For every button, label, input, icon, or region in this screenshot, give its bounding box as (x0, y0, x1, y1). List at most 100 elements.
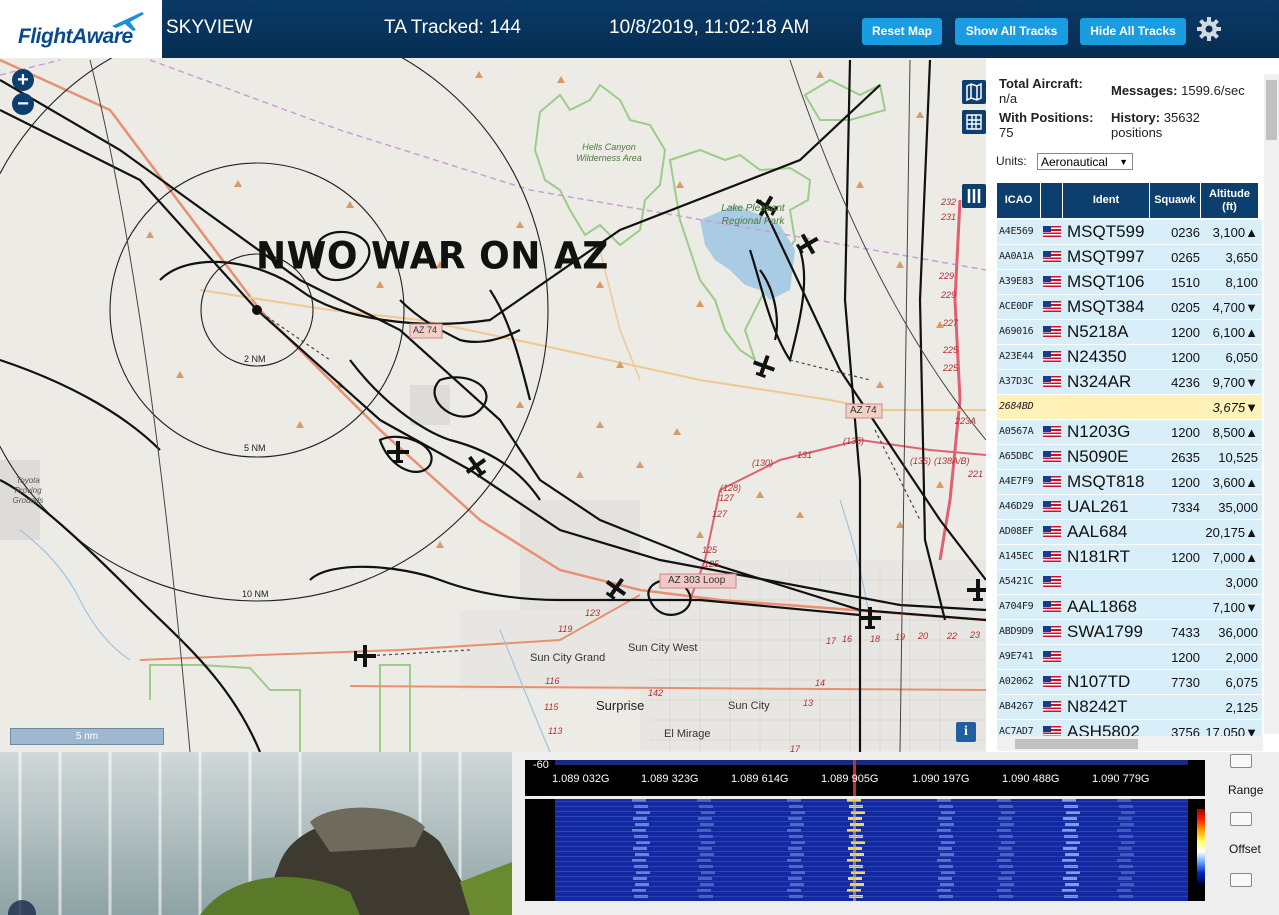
route-number: 227 (943, 318, 959, 328)
show-all-tracks-button[interactable]: Show All Tracks (955, 18, 1068, 45)
map-grid-button[interactable] (962, 110, 986, 134)
hide-all-tracks-button[interactable]: Hide All Tracks (1080, 18, 1186, 45)
col-header-altitude[interactable]: Altitude (ft) (1201, 183, 1258, 218)
table-row[interactable]: A4E7F9 MSQT818 1200 3,600▲ (997, 470, 1262, 495)
altitude-value: 3,100 (1212, 225, 1246, 240)
cell-icao: AD08EF (999, 526, 1034, 537)
route-number: 142 (648, 688, 664, 698)
with-positions-stat: With Positions: 75 (999, 110, 1094, 140)
gear-icon[interactable] (1196, 16, 1222, 42)
us-flag-icon (1043, 501, 1061, 512)
columns-toggle-button[interactable] (962, 184, 986, 208)
cell-altitude: 6,075 (1202, 675, 1258, 690)
route-number: 17 (790, 744, 801, 752)
route-number: 119 (558, 624, 573, 634)
table-horizontal-scroll-thumb[interactable] (1015, 739, 1138, 749)
cell-altitude: 3,000 (1202, 575, 1258, 590)
map-view[interactable]: + − NWO WAR ON AZ 2 NM 5 NM 10 NM Hells … (0, 58, 986, 752)
cell-ident: N324AR (1067, 372, 1132, 391)
cell-ident: N1203G (1067, 422, 1131, 441)
cell-squawk: 1200 (1171, 650, 1200, 665)
table-row[interactable]: A69016 N5218A 1200 6,100▲ (997, 320, 1262, 345)
cell-ident: N5218A (1067, 322, 1129, 341)
info-button[interactable]: i (956, 722, 976, 742)
place-hells-canyon: Hells Canyon Wilderness Area (576, 142, 642, 163)
messages-value: 1599.6/sec (1181, 83, 1245, 98)
col-header-ident[interactable]: Ident (1063, 183, 1149, 218)
table-row[interactable]: ABD9D9 SWA1799 7433 36,000 (997, 620, 1262, 645)
frequency-tick-label: 1.090 779G (1092, 773, 1150, 785)
grid-icon (966, 114, 982, 130)
zoom-out-button[interactable]: − (12, 93, 34, 115)
table-row[interactable]: AD08EF AAL684 20,175▲ (997, 520, 1262, 545)
table-row[interactable]: A704F9 AAL1868 7,100▼ (997, 595, 1262, 620)
cell-altitude: 4,700▼ (1202, 300, 1258, 315)
cell-ident: MSQT997 (1067, 247, 1145, 266)
cell-icao: A65DBC (999, 451, 1034, 462)
us-flag-icon (1043, 276, 1061, 287)
table-row[interactable]: A02062 N107TD 7730 6,075 (997, 670, 1262, 695)
table-row[interactable]: A46D29 UAL261 7334 35,000 (997, 495, 1262, 520)
altitude-trend-icon: ▼ (1245, 375, 1258, 390)
route-number: 127 (712, 509, 728, 519)
route-number: 225 (943, 345, 959, 355)
table-row[interactable]: A37D3C N324AR 4236 9,700▼ (997, 370, 1262, 395)
cell-icao: A46D29 (999, 501, 1034, 512)
messages-stat: Messages: 1599.6/sec (1111, 83, 1245, 98)
top-header: FlightAware SKYVIEW TA Tracked: 144 10/8… (0, 0, 1279, 58)
table-row[interactable]: AB4267 N8242T 2,125 (997, 695, 1262, 720)
columns-icon (967, 189, 981, 203)
units-select[interactable]: Aeronautical ▼ (1037, 153, 1133, 170)
table-row[interactable]: A145EC N181RT 1200 7,000▲ (997, 545, 1262, 570)
frequency-tick-label: 1.089 032G (552, 773, 610, 785)
us-flag-icon (1043, 326, 1061, 337)
waterfall-display[interactable] (525, 799, 1205, 901)
range-label: Range (1228, 783, 1264, 797)
us-flag-icon (1043, 351, 1061, 362)
route-number: 14 (815, 678, 826, 688)
cell-icao: A37D3C (999, 376, 1034, 387)
table-row[interactable]: A5421C 3,000 (997, 570, 1262, 595)
reset-map-button[interactable]: Reset Map (862, 18, 942, 45)
cell-icao: A0567A (999, 426, 1034, 437)
route-number: 113 (548, 726, 563, 736)
table-row[interactable]: AA0A1A MSQT997 0265 3,650 (997, 245, 1262, 270)
cell-icao: A5421C (999, 576, 1034, 587)
col-header-squawk[interactable]: Squawk (1150, 183, 1200, 218)
map-layers-button[interactable] (962, 80, 986, 104)
table-row[interactable]: A0567A N1203G 1200 8,500▲ (997, 420, 1262, 445)
cell-icao: AA0A1A (999, 251, 1034, 262)
units-select-value: Aeronautical (1041, 155, 1108, 169)
route-number: (135) (843, 436, 865, 446)
history-label: History: (1111, 110, 1161, 125)
table-row[interactable]: A65DBC N5090E 2635 10,525 (997, 445, 1262, 470)
table-row[interactable]: A23E44 N24350 1200 6,050 (997, 345, 1262, 370)
gain-slider[interactable] (1230, 754, 1252, 768)
cell-icao: 2684BD (999, 401, 1034, 412)
cell-altitude: 3,650 (1202, 250, 1258, 265)
table-row[interactable]: ACE0DF MSQT384 0205 4,700▼ (997, 295, 1262, 320)
us-flag-icon (1043, 476, 1061, 487)
cell-squawk: 1200 (1171, 550, 1200, 565)
flightaware-logo[interactable]: FlightAware (0, 0, 162, 58)
table-row[interactable]: A39E83 MSQT106 1510 8,100 (997, 270, 1262, 295)
cell-icao: A02062 (999, 676, 1034, 687)
table-vertical-scroll-thumb[interactable] (1266, 80, 1277, 140)
altitude-value: 7,000 (1212, 550, 1246, 565)
table-vertical-scrollbar[interactable] (1264, 74, 1279, 734)
place-toyota: Toyota Proving Grounds (12, 476, 44, 505)
offset-slider[interactable] (1230, 873, 1252, 887)
range-slider[interactable] (1230, 812, 1252, 826)
frequency-tick-label: 1.090 197G (912, 773, 970, 785)
us-flag-icon (1043, 676, 1061, 687)
table-row[interactable]: 2684BD 3,675▼ (997, 395, 1262, 420)
route-number: 125 (702, 545, 718, 555)
table-row[interactable]: A4E569 MSQT599 0236 3,100▲ (997, 220, 1262, 245)
col-header-flag[interactable] (1041, 183, 1062, 218)
cell-squawk: 0205 (1171, 300, 1200, 315)
zoom-in-button[interactable]: + (12, 69, 34, 91)
cell-icao: A4E569 (999, 226, 1034, 237)
table-row[interactable]: A9E741 1200 2,000 (997, 645, 1262, 670)
col-header-icao[interactable]: ICAO (997, 183, 1040, 218)
spectrum-db-label: -60 (533, 759, 549, 771)
